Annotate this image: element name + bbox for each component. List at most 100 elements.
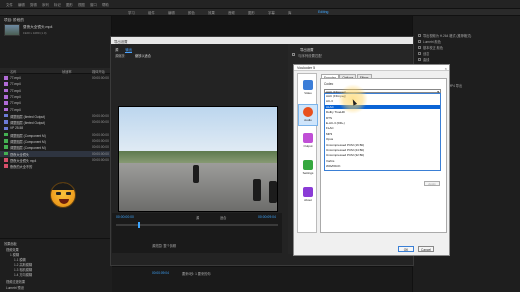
list-item[interactable]: 调整图层 (Ilerted Output) 00:00:00:00	[0, 113, 112, 119]
checkbox[interactable]	[418, 40, 421, 43]
cancel-button[interactable]: Cancel	[418, 246, 434, 252]
menu-file[interactable]: 文件	[6, 2, 13, 7]
workspace-color[interactable]: 颜色	[188, 10, 195, 15]
right-line: 创意	[423, 52, 430, 56]
scrub-bar[interactable]	[116, 222, 278, 228]
codec-option[interactable]: Uncompressed PCM (32 Bit)	[325, 153, 440, 157]
preview-person	[269, 181, 277, 203]
codec-option[interactable]: FLAC	[325, 126, 440, 130]
workspace-learn[interactable]: 学习	[128, 10, 135, 15]
ok-button[interactable]: OK	[398, 246, 414, 252]
avatar-eye	[56, 192, 61, 195]
menu-graphics[interactable]: 图形	[66, 2, 73, 7]
codec-option[interactable]: AAC (FFmpeg)	[325, 94, 440, 98]
effects-row[interactable]: 1.4 方向模糊	[14, 272, 32, 277]
checkbox[interactable]	[418, 34, 421, 37]
menu-window[interactable]: 窗口	[90, 2, 97, 7]
codec-option[interactable]: ALAC	[325, 104, 440, 109]
sidebar-item-label: Audio	[304, 118, 312, 122]
close-icon[interactable]: ×	[445, 66, 447, 71]
codec-option[interactable]: WAVPACK	[325, 164, 440, 168]
sidebar-item-about[interactable]: About	[298, 185, 318, 207]
list-item[interactable]: 77.mp4 00:00:00:00	[0, 75, 112, 81]
list-item[interactable]: 昼夜大全镜头 00:00:00:00	[0, 150, 112, 157]
codec-option[interactable]: MP3	[325, 132, 440, 136]
list-item[interactable]: 77.mp4	[0, 81, 112, 87]
custom-label[interactable]: 适合	[220, 215, 226, 220]
preview-trees	[119, 151, 277, 163]
effects-row[interactable]: 视频过渡效果	[6, 279, 25, 284]
avatar-hair	[51, 183, 75, 190]
export-dialog-title: 导出设置	[111, 37, 413, 44]
list-item[interactable]: 77.mp4	[0, 107, 112, 113]
clip-thumbnail[interactable]	[4, 24, 20, 36]
label-color-swatch	[4, 132, 8, 137]
list-item-name: 77.mp4	[10, 88, 21, 93]
encoder-pane: Codec AAC (FFmpeg) ▾ AAC (FFmpeg) AC-3 ALA…	[320, 78, 447, 233]
checkbox[interactable]	[418, 52, 421, 55]
codec-option[interactable]: Uncompressed PCM (16 Bit)	[325, 143, 440, 147]
workspace-libraries[interactable]: 库	[288, 10, 291, 15]
list-item[interactable]: 调整图层 (Component M) 00:00:00:00	[0, 144, 112, 150]
voukoder-dialog: Voukoder 5 × Video Audio Output Settings…	[293, 64, 450, 256]
checkbox[interactable]	[418, 58, 421, 61]
timecode-in[interactable]: 00:00:00:00	[116, 215, 134, 219]
workspace-audio[interactable]: 音频	[228, 10, 235, 15]
sidebar-item-video[interactable]: Video	[298, 78, 318, 100]
effects-row[interactable]: Lumetri 预设	[6, 285, 24, 290]
col-name[interactable]: 名称	[10, 69, 16, 74]
playhead[interactable]	[138, 222, 140, 228]
list-item[interactable]: 77.mp4	[0, 100, 112, 106]
list-item[interactable]: 昼夜大全镜头 mp4 00:00:00:00	[0, 157, 112, 163]
list-item-name: 调整图层 (Ilerted Output)	[10, 121, 46, 126]
list-item[interactable]: 77.mp4	[0, 94, 112, 100]
menu-edit[interactable]: 编辑	[18, 2, 25, 7]
list-item[interactable]: 调整图层 (Component M) 00:00:00:00	[0, 132, 112, 138]
sidebar-item-output[interactable]: Output	[298, 131, 318, 153]
tab-output[interactable]: 输出	[125, 48, 133, 53]
codec-option[interactable]: Uncompressed PCM (24 Bit)	[325, 148, 440, 152]
avatar	[50, 182, 76, 208]
source-scaling-label: 源缩放:	[115, 54, 126, 58]
list-item-name: 77.mp4	[10, 107, 21, 112]
sidebar-item-audio[interactable]: Audio	[298, 104, 318, 126]
checkbox[interactable]	[418, 46, 421, 49]
menu-view[interactable]: 视图	[78, 2, 85, 7]
workspace-effects[interactable]: 效果	[208, 10, 215, 15]
menu-marker[interactable]: 标记	[54, 2, 61, 7]
workspace-graphics[interactable]: 图形	[248, 10, 255, 15]
menu-help[interactable]: 帮助	[102, 2, 109, 7]
export-tabs: 源 输出	[115, 47, 138, 53]
source-range[interactable]: 源范围: 整个剪辑	[152, 243, 176, 248]
menu-sequence[interactable]: 序列	[42, 2, 49, 7]
codec-option[interactable]: DTS	[325, 116, 440, 120]
timecode-out[interactable]: 00:00:09:04	[258, 215, 276, 219]
workspace-editing-active[interactable]: Editing	[318, 10, 328, 14]
project-title: 项目: 阶段的	[4, 18, 24, 22]
list-item[interactable]: 77.mp4	[0, 88, 112, 94]
col-start[interactable]: 媒体开始	[92, 69, 105, 74]
codec-option[interactable]: AC-3	[325, 99, 440, 103]
voukoder-sidebar: Video Audio Output Settings About	[297, 73, 318, 233]
sidebar-item-settings[interactable]: Settings	[298, 158, 318, 180]
effects-row[interactable]: 效果面板	[4, 241, 17, 246]
codec-option[interactable]: Opus	[325, 137, 440, 141]
workspace-assembly[interactable]: 组件	[148, 10, 155, 15]
timeline-timecode[interactable]: 00:00:09:04	[152, 271, 169, 275]
range-label: 源	[196, 216, 200, 220]
menu-clip[interactable]: 剪辑	[30, 2, 37, 7]
codec-option[interactable]: E-AC-3 (DD+)	[325, 121, 440, 125]
apply-button[interactable]: Apply	[424, 181, 440, 186]
source-scaling-value[interactable]: 缩放以适合	[135, 53, 151, 58]
codec-option[interactable]: Dolby TrueHD	[325, 110, 440, 114]
codec-option[interactable]: Vorbis	[325, 159, 440, 163]
workspace-captions[interactable]: 字幕	[268, 10, 275, 15]
col-rate[interactable]: 帧速率	[62, 69, 72, 74]
match-sequence-checkbox[interactable]	[292, 53, 295, 56]
list-item[interactable]: 夜夜的大全不的	[0, 163, 112, 169]
tab-source[interactable]: 源	[115, 48, 118, 52]
list-item[interactable]: 调整图层 (Component M) 00:00:00:00	[0, 138, 112, 144]
list-item[interactable]: VP 25.58	[0, 125, 112, 131]
workspace-editing[interactable]: 编辑	[168, 10, 175, 15]
list-item[interactable]: 调整图层 (Ilerted Output) 00:00:00:00	[0, 119, 112, 125]
